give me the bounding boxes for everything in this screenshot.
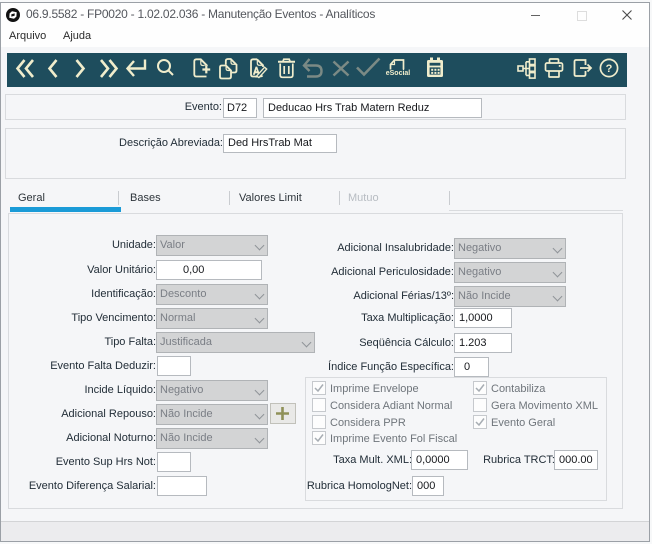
svg-text:?: ? xyxy=(606,63,613,75)
